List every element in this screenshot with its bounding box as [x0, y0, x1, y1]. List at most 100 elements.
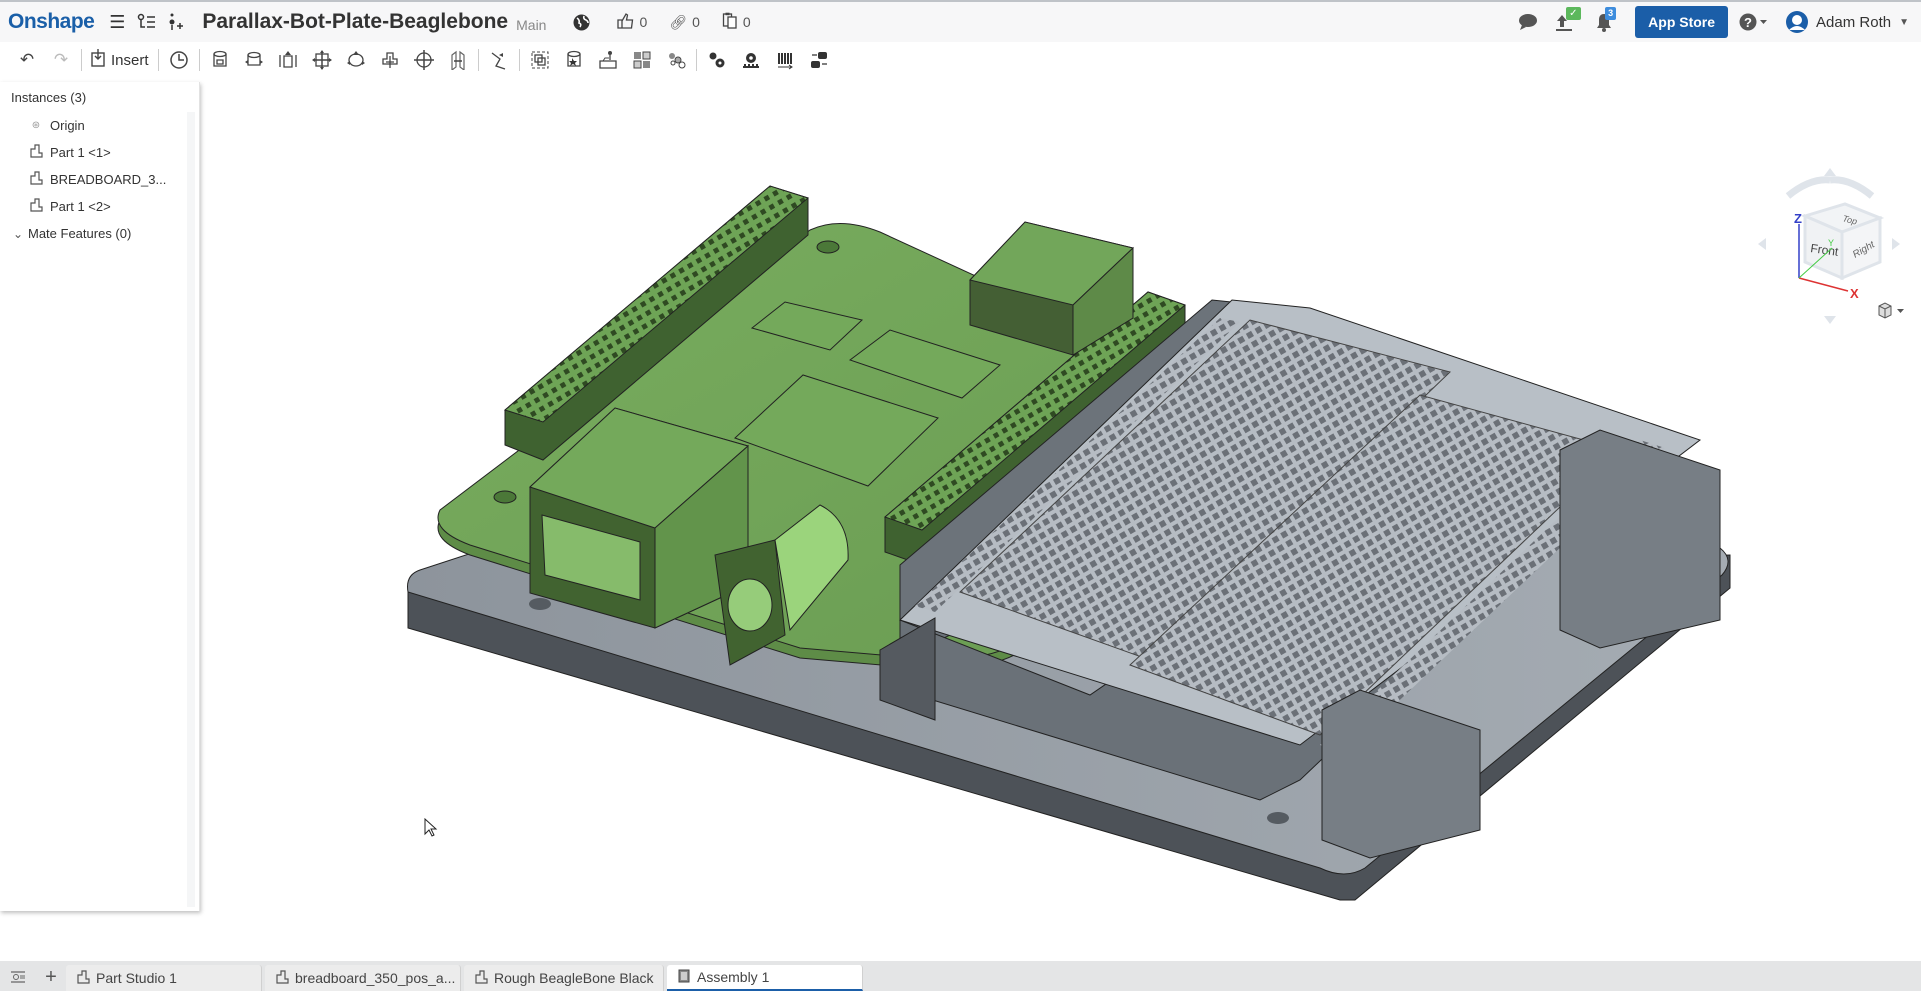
pattern-icon[interactable] — [625, 45, 659, 75]
tangent-mate-icon[interactable] — [482, 45, 516, 75]
toolbar-separator — [157, 49, 159, 71]
part-icon — [28, 171, 44, 188]
like-button[interactable]: 0 — [616, 12, 647, 32]
revolute-mate-icon[interactable] — [237, 45, 271, 75]
view-cube[interactable]: Top Front Right Z X Y — [1750, 166, 1920, 326]
top-bar: Onshape ☰ Parallax-Bot-Plate-Beaglebone … — [0, 0, 1921, 42]
copy-count: 0 — [742, 14, 751, 30]
menu-icon[interactable]: ☰ — [104, 9, 130, 35]
app-store-button[interactable]: App Store — [1635, 6, 1729, 38]
notification-count: 3 — [1605, 7, 1617, 20]
part-studio-icon — [275, 969, 289, 987]
link-icon: 🔗︎ — [669, 13, 688, 30]
tree-item-label: Part 1 <2> — [50, 199, 111, 214]
pin-slot-mate-icon[interactable] — [373, 45, 407, 75]
part-icon — [28, 198, 44, 215]
user-avatar-icon[interactable] — [1784, 9, 1810, 35]
user-menu-caret-icon[interactable]: ▼ — [1899, 17, 1909, 28]
history-icon[interactable] — [162, 45, 196, 75]
user-name[interactable]: Adam Roth — [1816, 14, 1891, 31]
part-icon — [28, 144, 44, 161]
rotate-down-arrow-icon[interactable] — [1824, 316, 1836, 324]
rotate-left-arrow-icon[interactable] — [1758, 238, 1766, 250]
link-count: 0 — [692, 14, 700, 30]
tree-item-label: Mate Features (0) — [28, 226, 132, 241]
mounting-hole — [529, 598, 551, 610]
rotate-arc-icon[interactable] — [1785, 176, 1875, 199]
assembly-toolbar: ↶ ↷ Insert — [0, 42, 1921, 78]
insert-button[interactable]: Insert — [85, 49, 155, 71]
tab-breadboard[interactable]: breadboard_350_pos_a... — [265, 965, 461, 991]
rotate-up-arrow-icon[interactable] — [1824, 168, 1836, 176]
copies-button[interactable]: 0 — [722, 12, 751, 32]
thumbs-up-icon — [616, 12, 634, 32]
replicate-icon[interactable] — [557, 45, 591, 75]
part-studio-icon — [474, 969, 488, 987]
planar-mate-icon[interactable] — [305, 45, 339, 75]
rack-pinion-icon[interactable] — [734, 45, 768, 75]
z-axis-label: Z — [1794, 211, 1802, 226]
toolbar-separator — [81, 49, 82, 71]
mounting-hole — [1267, 812, 1289, 824]
origin-icon: ⊛ — [31, 120, 41, 131]
comments-icon[interactable] — [1515, 9, 1541, 35]
tab-label: Rough BeagleBone Black — [494, 970, 654, 986]
redo-icon[interactable]: ↷ — [44, 45, 78, 75]
panel-scrollbar[interactable] — [187, 112, 195, 907]
rotate-right-arrow-icon[interactable] — [1892, 238, 1900, 250]
tab-rough-beaglebone-black[interactable]: Rough BeagleBone Black — [464, 965, 664, 991]
toolbar-separator — [477, 49, 479, 71]
mouse-cursor-icon — [424, 818, 438, 837]
tree-item-breadboard[interactable]: BREADBOARD_3... — [0, 166, 199, 193]
document-title[interactable]: Parallax-Bot-Plate-Beaglebone — [202, 10, 508, 34]
y-axis-label: Y — [1828, 238, 1834, 248]
linear-relation-icon[interactable] — [802, 45, 836, 75]
ball-mate-icon[interactable] — [407, 45, 441, 75]
part-studio-icon — [76, 969, 90, 987]
upload-status-icon[interactable]: ✓ — [1553, 7, 1581, 35]
assembly-icon — [677, 969, 691, 986]
tab-assembly-1[interactable]: Assembly 1 — [667, 965, 863, 991]
tree-item-label: Origin — [50, 118, 85, 133]
toolbar-separator — [518, 49, 520, 71]
tab-part-studio-1[interactable]: Part Studio 1 — [66, 965, 262, 991]
linear-pattern-icon[interactable] — [659, 45, 693, 75]
chevron-down-icon[interactable]: ⌄ — [12, 227, 24, 241]
fastened-mate-icon[interactable] — [203, 45, 237, 75]
tab-label: Assembly 1 — [697, 969, 770, 985]
group-icon[interactable] — [523, 45, 557, 75]
instances-panel: Instances (3) ⊛ Origin Part 1 <1> BREADB… — [0, 82, 200, 911]
copy-icon — [722, 12, 738, 32]
parallel-mate-icon[interactable] — [441, 45, 475, 75]
cylindrical-mate-icon[interactable] — [339, 45, 373, 75]
tree-item-label: BREADBOARD_3... — [50, 172, 167, 187]
tree-item-part-1-2[interactable]: Part 1 <2> — [0, 193, 199, 220]
tab-label: Part Studio 1 — [96, 970, 177, 986]
feature-list-icon[interactable] — [134, 9, 160, 35]
mate-connector-icon[interactable] — [591, 45, 625, 75]
notifications-icon[interactable]: 3 — [1591, 7, 1617, 35]
tab-label: breadboard_350_pos_a... — [295, 970, 456, 986]
assembly-model[interactable] — [0, 78, 1921, 961]
insert-node-icon[interactable] — [162, 9, 188, 35]
links-button[interactable]: 🔗︎ 0 — [669, 14, 700, 31]
insert-label: Insert — [111, 51, 149, 69]
tree-item-label: Part 1 <1> — [50, 145, 111, 160]
tab-manager-icon[interactable] — [0, 963, 36, 991]
add-tab-icon[interactable]: + — [36, 963, 66, 991]
graphics-viewport[interactable]: Top Front Right Z X Y — [0, 78, 1921, 961]
instances-header[interactable]: Instances (3) — [0, 82, 199, 112]
tree-item-part-1-1[interactable]: Part 1 <1> — [0, 139, 199, 166]
svg-text:?: ? — [1744, 15, 1752, 30]
branch-label[interactable]: Main — [516, 17, 546, 33]
undo-icon[interactable]: ↶ — [10, 45, 44, 75]
tree-item-mate-features[interactable]: ⌄ Mate Features (0) — [0, 220, 199, 247]
gear-relation-icon[interactable] — [700, 45, 734, 75]
render-mode-cube-icon[interactable] — [1876, 302, 1906, 325]
globe-icon[interactable] — [568, 9, 594, 35]
screw-relation-icon[interactable] — [768, 45, 802, 75]
tree-item-origin[interactable]: ⊛ Origin — [0, 112, 199, 139]
slider-mate-icon[interactable] — [271, 45, 305, 75]
onshape-logo[interactable]: Onshape — [8, 10, 95, 34]
help-button[interactable]: ? — [1738, 9, 1770, 35]
